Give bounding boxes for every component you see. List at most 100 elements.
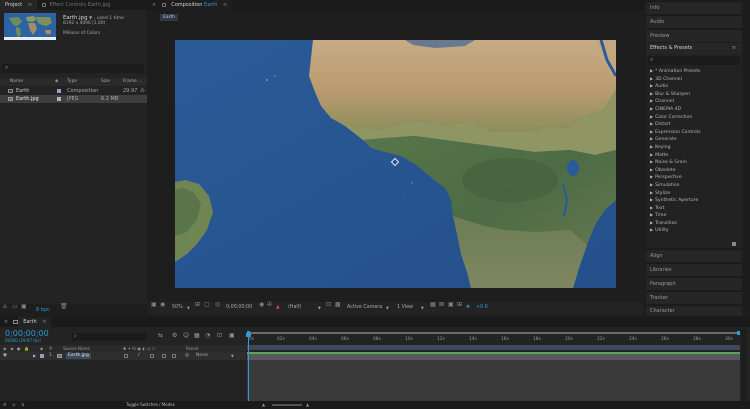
- tab-effect-controls[interactable]: Effect Controls Earth.jpg: [37, 0, 116, 10]
- panel-menu-icon[interactable]: ≡: [223, 2, 227, 8]
- bpc-label[interactable]: 8 bpc: [36, 304, 50, 316]
- pixel-aspect-icon[interactable]: ▦: [430, 302, 436, 308]
- toggle-switches-modes-button[interactable]: Toggle Switches / Modes: [126, 401, 175, 409]
- panel-menu-icon[interactable]: ≡: [42, 319, 46, 325]
- panel-preview[interactable]: Preview: [646, 29, 742, 42]
- effects-category[interactable]: ▶ Audio: [646, 82, 742, 90]
- column-size-header[interactable]: Size: [101, 78, 110, 86]
- effects-category[interactable]: ▶ Expression Controls: [646, 128, 742, 136]
- eye-icon[interactable]: ◉: [3, 352, 7, 360]
- column-type-header[interactable]: Type: [67, 78, 77, 86]
- timeline-track-area[interactable]: 0s 02s 04s 06s 08s 10s 12s 14s 16s 18s 2…: [246, 329, 740, 401]
- effects-category[interactable]: ▶ CINEMA 4D: [646, 105, 742, 113]
- camera-icon[interactable]: ◎: [215, 302, 220, 308]
- effects-category[interactable]: ▶ Utility: [646, 226, 742, 234]
- project-item-row[interactable]: Earth.jpg JPEG 6.2 MB: [0, 95, 147, 103]
- effects-category[interactable]: ▶ * Animation Presets: [646, 67, 742, 75]
- panel-menu-icon[interactable]: ≡: [732, 43, 736, 54]
- resize-handle-icon[interactable]: [732, 242, 736, 246]
- effects-search[interactable]: ⌕: [648, 56, 740, 65]
- expand-arrow-icon[interactable]: ▶: [33, 352, 36, 360]
- flowchart-icon[interactable]: ⊞: [457, 302, 462, 308]
- effects-category[interactable]: ▶ 3D Channel: [646, 75, 742, 83]
- motion-blur-icon[interactable]: ◔: [205, 332, 210, 339]
- graph-editor-icon[interactable]: ⊡: [217, 332, 222, 339]
- timecode-display[interactable]: 0;00;00;00: [226, 302, 252, 314]
- timeline-timecode[interactable]: 0;00;00;00 00000 (29.97 fps): [5, 329, 65, 343]
- parent-header[interactable]: Parent: [186, 345, 199, 352]
- playhead-handle[interactable]: [246, 333, 251, 337]
- panel-align[interactable]: Align: [646, 249, 742, 262]
- always-preview-icon[interactable]: ▣: [151, 302, 157, 308]
- fast-preview-icon[interactable]: ⊠: [439, 302, 444, 308]
- motion-blur-switch[interactable]: [162, 354, 166, 358]
- column-frame-header[interactable]: Frame ...: [123, 78, 142, 86]
- grid-icon[interactable]: ⊞: [195, 302, 200, 308]
- panel-audio[interactable]: Audio: [646, 15, 742, 28]
- 3d-switch[interactable]: [172, 354, 176, 358]
- show-snapshot-icon[interactable]: ✇: [267, 302, 272, 308]
- dropdown-arrow-icon[interactable]: ▼: [89, 15, 92, 20]
- playhead[interactable]: [248, 335, 249, 401]
- project-item-row[interactable]: Earth Composition 29.97 ⁂: [0, 87, 147, 95]
- exposure-icon[interactable]: ✤: [466, 302, 470, 314]
- draft-3d-icon[interactable]: ⚙: [172, 332, 177, 339]
- panel-info[interactable]: Info: [646, 1, 742, 14]
- zoom-out-icon[interactable]: ▲: [262, 401, 265, 409]
- snapshot-icon[interactable]: ◉: [259, 302, 264, 308]
- mask-icon[interactable]: ▢: [204, 302, 210, 308]
- effects-category[interactable]: ▶ Text: [646, 204, 742, 212]
- effects-category[interactable]: ▶ Stylize: [646, 189, 742, 197]
- effects-category[interactable]: ▶ Perspective: [646, 173, 742, 181]
- views-select[interactable]: 1 View: [397, 302, 413, 314]
- comp-mini-flowchart-icon[interactable]: ⇆: [158, 332, 163, 339]
- composition-viewer[interactable]: [175, 40, 616, 288]
- region-icon[interactable]: ⊡: [326, 302, 331, 308]
- zoom-slider[interactable]: [272, 404, 302, 406]
- label-color-swatch[interactable]: [40, 354, 44, 358]
- resolution-select[interactable]: (Half): [288, 302, 301, 314]
- effects-category[interactable]: ▶ Keying: [646, 143, 742, 151]
- effects-category[interactable]: ▶ Channel: [646, 97, 742, 105]
- collapse-switch[interactable]: [124, 354, 128, 358]
- tab-timeline-earth[interactable]: Earth ≡: [18, 317, 52, 327]
- chart-icon[interactable]: ▣: [229, 332, 235, 339]
- frame-blending-icon[interactable]: ▦: [194, 332, 200, 339]
- time-navigator[interactable]: [247, 331, 740, 335]
- layer-duration-bar[interactable]: [247, 352, 740, 360]
- layer-switches-icon[interactable]: ◎: [12, 401, 16, 409]
- work-area-bar[interactable]: [247, 345, 740, 350]
- navigator-end-handle[interactable]: [737, 331, 740, 335]
- panel-menu-icon[interactable]: ≡: [28, 2, 32, 8]
- project-search[interactable]: ⌕: [2, 64, 144, 73]
- source-name-header[interactable]: Source Name: [63, 345, 90, 352]
- in-out-icon[interactable]: ⇅: [21, 401, 24, 409]
- fx-switch[interactable]: [150, 354, 154, 358]
- zoom-in-icon[interactable]: ▲: [306, 401, 309, 409]
- interpret-footage-icon[interactable]: ⌂: [3, 304, 7, 310]
- new-folder-icon[interactable]: ▭: [12, 304, 18, 310]
- layer-row[interactable]: ◉ ▶ 1 Earth.jpg / ◎ None ▼: [0, 352, 246, 360]
- project-search-input[interactable]: [13, 65, 141, 72]
- channel-icon[interactable]: ▲: [276, 302, 280, 314]
- time-ruler[interactable]: 0s 02s 04s 06s 08s 10s 12s 14s 16s 18s 2…: [247, 337, 740, 345]
- effects-category[interactable]: ▶ Simulation: [646, 181, 742, 189]
- tab-project[interactable]: Project ≡: [0, 0, 37, 10]
- effects-category[interactable]: ▶ Blur & Sharpen: [646, 90, 742, 98]
- effects-category[interactable]: ▶ Synthetic Aperture: [646, 196, 742, 204]
- camera-select[interactable]: Active Camera: [347, 302, 382, 314]
- effects-category[interactable]: ▶ Obsolete: [646, 166, 742, 174]
- panel-tracker[interactable]: Tracker: [646, 291, 742, 304]
- panel-character[interactable]: Character: [646, 305, 742, 316]
- new-composition-icon[interactable]: ▣: [21, 304, 27, 310]
- effects-category[interactable]: ▶ Generate: [646, 135, 742, 143]
- effects-category[interactable]: ▶ Time: [646, 211, 742, 219]
- zoom-select[interactable]: 50%: [172, 302, 183, 314]
- effects-category[interactable]: ▶ Matte: [646, 151, 742, 159]
- shy-icon[interactable]: ☺: [183, 332, 189, 339]
- parent-pick-whip-icon[interactable]: ◎: [185, 352, 189, 360]
- comp-settings-icon[interactable]: ⚙: [3, 401, 7, 409]
- effects-category[interactable]: ▶ Color Correction: [646, 113, 742, 121]
- tab-composition[interactable]: Composition Earth ≡: [166, 0, 233, 10]
- parent-select[interactable]: None: [196, 352, 208, 360]
